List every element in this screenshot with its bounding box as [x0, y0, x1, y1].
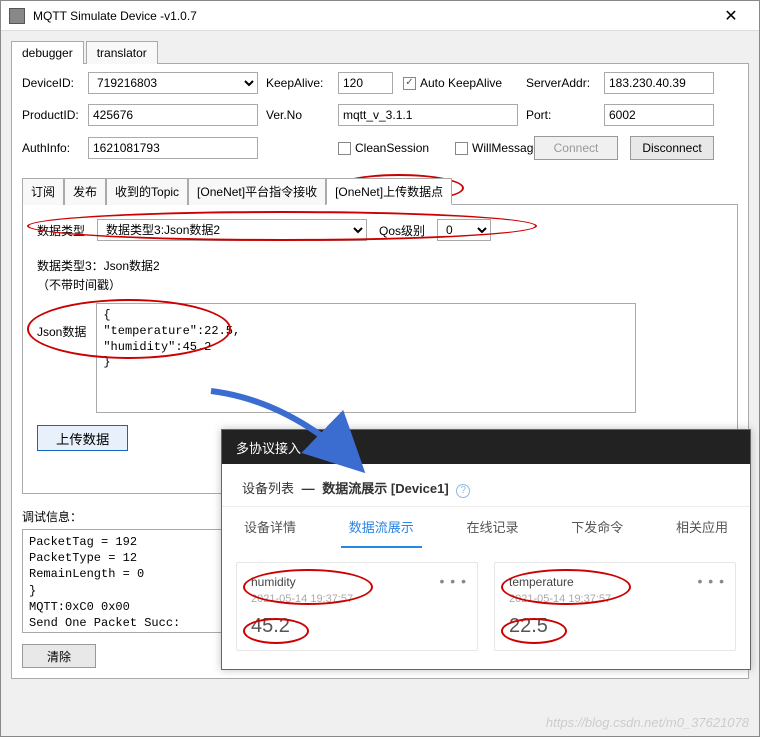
auto-keepalive-checkbox[interactable]: ✓ Auto KeepAlive	[403, 76, 502, 90]
app-window: MQTT Simulate Device -v1.0.7 ✕ debugger …	[0, 0, 760, 737]
tab-debugger[interactable]: debugger	[11, 41, 84, 64]
server-addr-label: ServerAddr:	[526, 76, 596, 90]
subtab-online-record[interactable]: 在线记录	[458, 507, 526, 548]
authinfo-input[interactable]	[88, 137, 258, 159]
data-type-label: 数据类型	[37, 222, 85, 239]
json-textarea[interactable]	[96, 303, 636, 413]
verno-input[interactable]	[338, 104, 518, 126]
device-id-input[interactable]: 719216803	[88, 72, 258, 94]
subtab-related-app[interactable]: 相关应用	[668, 507, 736, 548]
data-type-desc: 数据类型3：Json数据2 （不带时间戳）	[37, 257, 723, 295]
product-id-input[interactable]	[88, 104, 258, 126]
clear-button[interactable]: 清除	[22, 644, 96, 668]
tab-translator[interactable]: translator	[86, 41, 158, 64]
card-temperature[interactable]: • • • temperature 2021-05-14 19:37:57 22…	[494, 562, 736, 651]
subtab-device-detail[interactable]: 设备详情	[236, 507, 304, 548]
tab-received-topic[interactable]: 收到的Topic	[106, 178, 188, 205]
connect-button[interactable]: Connect	[534, 136, 618, 160]
keepalive-input[interactable]	[338, 72, 393, 94]
tab-onenet-cmd[interactable]: [OneNet]平台指令接收	[188, 178, 326, 205]
help-icon[interactable]: ?	[456, 484, 470, 498]
port-input[interactable]	[604, 104, 714, 126]
server-addr-input[interactable]	[604, 72, 714, 94]
overlay-breadcrumb: 设备列表 — 数据流展示 [Device1] ?	[222, 464, 750, 507]
data-type-select[interactable]: 数据类型3:Json数据2	[97, 219, 367, 241]
overlay-panel: 多协议接入 设备列表 — 数据流展示 [Device1] ? 设备详情 数据流展…	[221, 429, 751, 670]
more-icon[interactable]: • • •	[698, 573, 725, 589]
close-icon[interactable]: ✕	[711, 2, 751, 30]
json-label: Json数据	[37, 303, 86, 340]
outer-tabs: debugger translator	[11, 41, 749, 64]
more-icon[interactable]: • • •	[440, 573, 467, 589]
tab-publish[interactable]: 发布	[64, 178, 106, 205]
port-label: Port:	[526, 108, 596, 122]
window-title: MQTT Simulate Device -v1.0.7	[33, 9, 711, 23]
watermark: https://blog.csdn.net/m0_37621078	[546, 715, 749, 730]
overlay-top: 多协议接入	[222, 430, 750, 464]
keepalive-label: KeepAlive:	[266, 76, 330, 90]
titlebar: MQTT Simulate Device -v1.0.7 ✕	[1, 1, 759, 31]
device-id-label: DeviceID:	[22, 76, 80, 90]
authinfo-label: AuthInfo:	[22, 141, 80, 155]
tab-subscribe[interactable]: 订阅	[22, 178, 64, 205]
tab-onenet-upload[interactable]: [OneNet]上传数据点	[326, 178, 452, 205]
qos-label: Qos级别	[379, 222, 425, 239]
inner-tabs: 订阅 发布 收到的Topic [OneNet]平台指令接收 [OneNet]上传…	[22, 178, 738, 205]
subtab-send-cmd[interactable]: 下发命令	[563, 507, 631, 548]
clean-session-checkbox[interactable]: CleanSession	[338, 141, 429, 155]
disconnect-button[interactable]: Disconnect	[630, 136, 714, 160]
verno-label: Ver.No	[266, 108, 330, 122]
card-humidity[interactable]: • • • humidity 2021-05-14 19:37:57 45.2	[236, 562, 478, 651]
product-id-label: ProductID:	[22, 108, 80, 122]
subtab-datastream[interactable]: 数据流展示	[341, 507, 422, 548]
upload-button[interactable]: 上传数据	[37, 425, 128, 451]
overlay-subtabs: 设备详情 数据流展示 在线记录 下发命令 相关应用	[222, 507, 750, 548]
qos-select[interactable]: 0	[437, 219, 491, 241]
app-icon	[9, 8, 25, 24]
